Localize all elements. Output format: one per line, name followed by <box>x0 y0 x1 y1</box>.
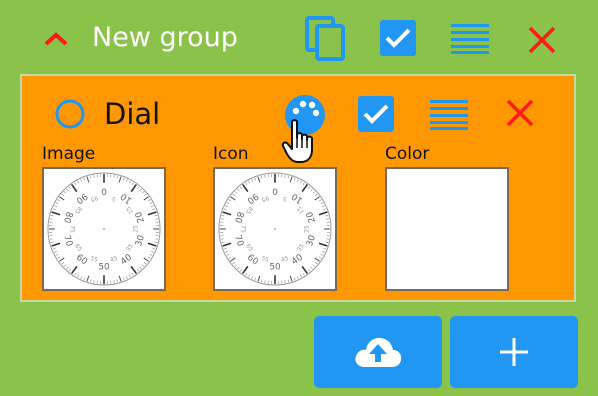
image-thumbnail[interactable]: 0 10 20 30 40 50 60 70 80 90 5 15 25 35 45 55 65 75 85 95 <box>42 167 166 291</box>
add-button[interactable] <box>450 316 578 388</box>
dial-image: 0 102030405060708090 5152535455565758595 <box>47 172 161 286</box>
dial-major-label: 0 <box>101 186 107 196</box>
image-label: Image <box>42 144 96 164</box>
dial-minor-label: 75 <box>69 225 75 233</box>
item-lines-icon[interactable] <box>428 96 470 132</box>
group-lines-icon[interactable] <box>449 20 491 56</box>
item-checkbox-icon[interactable] <box>355 93 397 135</box>
item-close-icon[interactable] <box>500 93 540 133</box>
collapse-chevron-up-icon[interactable] <box>36 24 76 54</box>
dial-major-label: 0 <box>272 186 278 196</box>
copy-icon[interactable] <box>302 14 348 62</box>
hand-pointer-icon <box>280 118 320 166</box>
dial-minor-label: 25 <box>304 225 310 233</box>
dial-minor-label: 75 <box>240 225 246 233</box>
upload-button[interactable] <box>314 316 442 388</box>
color-label: Color <box>385 144 430 164</box>
group-header: New group <box>0 0 598 75</box>
plus-icon <box>500 338 528 366</box>
cloud-upload-icon <box>355 337 402 367</box>
icon-label: Icon <box>213 144 249 164</box>
icon-thumbnail[interactable]: 0 10 20 30 40 50 60 70 80 90 5 15 25 35 45 55 65 75 85 95 <box>213 167 337 291</box>
group-title: New group <box>92 22 238 53</box>
color-swatch[interactable] <box>385 167 509 291</box>
dial-minor-label: 25 <box>133 225 139 233</box>
dial-major-label: 50 <box>98 262 110 272</box>
radio-circle-icon[interactable] <box>52 96 88 132</box>
item-title: Dial <box>104 97 161 131</box>
group-close-icon[interactable] <box>522 20 562 60</box>
dial-icon-image: 0 102030405060708090 5152535455565758595 <box>218 172 332 286</box>
dial-major-label: 50 <box>269 262 281 272</box>
group-checkbox-icon[interactable] <box>377 17 419 59</box>
